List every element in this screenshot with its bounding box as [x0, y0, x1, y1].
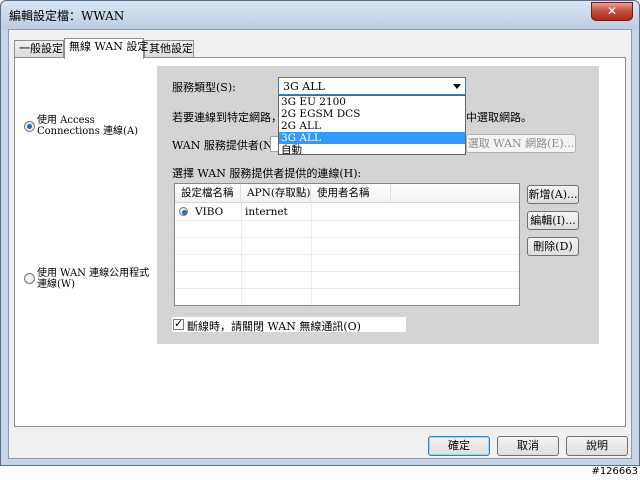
dropdown-option-highlighted[interactable]: 3G ALL [279, 132, 465, 144]
provider-connections-label: 選擇 WAN 服務提供者提供的連線(H): [172, 167, 362, 180]
table-row-empty [175, 272, 519, 289]
list-header: 設定檔名稱 APN(存取點) 使用者名稱 [175, 184, 519, 203]
select-wan-network-button[interactable]: 選取 WAN 網路(E)... [466, 134, 576, 153]
table-row-empty [175, 255, 519, 272]
close-icon: ✕ [606, 4, 618, 18]
window-title: 編輯設定檔：WWAN [9, 9, 125, 23]
image-watermark: #126663 [591, 466, 638, 477]
radio-access-connections-label[interactable]: 使用 Access Connections 連線(A) [37, 115, 147, 137]
tab-other[interactable]: 其他設定 [144, 40, 194, 57]
column-header-username[interactable]: 使用者名稱 [311, 184, 391, 203]
dropdown-option[interactable]: 自動 [279, 144, 465, 156]
edit-connection-button[interactable]: 編輯(I)... [527, 211, 579, 230]
close-button[interactable]: ✕ [591, 2, 633, 21]
title-bar[interactable]: 編輯設定檔：WWAN ✕ [1, 1, 639, 29]
provider-label: WAN 服務提供者(N): [172, 139, 281, 152]
radio-access-connections[interactable] [24, 121, 35, 132]
checkmark-icon: ✓ [174, 317, 184, 330]
add-connection-button[interactable]: 新增(A)... [527, 185, 579, 204]
table-row-empty [175, 221, 519, 238]
radio-wan-utility-label[interactable]: 使用 WAN 連線公用程式連線(W) [37, 268, 153, 290]
dropdown-option[interactable]: 2G EGSM DCS [279, 108, 465, 120]
provider-select-edge[interactable] [270, 136, 278, 152]
provider-connections-list[interactable]: 設定檔名稱 APN(存取點) 使用者名稱 VIBO internet [174, 183, 520, 306]
tab-other-label: 其他設定 [149, 42, 193, 55]
tab-wireless-wan[interactable]: 無線 WAN 設定 [64, 38, 148, 59]
service-type-label: 服務類型(S): [172, 81, 236, 94]
tab-general-label: 一般設定 [19, 42, 63, 55]
row-selected-radio[interactable] [179, 207, 188, 216]
tab-wireless-wan-label: 無線 WAN 設定 [69, 40, 149, 53]
service-type-selected-value: 3G ALL [283, 80, 325, 93]
tab-general[interactable]: 一般設定 [14, 40, 64, 57]
service-type-select[interactable]: 3G ALL [278, 77, 466, 95]
column-header-profile-name[interactable]: 設定檔名稱 [175, 184, 241, 203]
bottom-strip [0, 466, 640, 480]
row-profile-name: VIBO [195, 206, 224, 218]
dropdown-option[interactable]: 3G EU 2100 [279, 96, 465, 108]
service-type-dropdown-list: 3G EU 2100 2G EGSM DCS 2G ALL 3G ALL 自動 [278, 95, 466, 156]
column-header-apn[interactable]: APN(存取點) [241, 184, 311, 203]
disconnect-radio-off-checkbox[interactable]: ✓ [173, 317, 184, 330]
ok-button[interactable]: 確定 [428, 436, 490, 456]
row-apn: internet [245, 206, 288, 218]
disconnect-radio-off-label[interactable]: 斷線時，請關閉 WAN 無線通訊(O) [187, 318, 361, 334]
cancel-button[interactable]: 取消 [497, 436, 559, 456]
chevron-down-icon[interactable] [453, 84, 461, 89]
table-row[interactable]: VIBO internet [175, 204, 519, 221]
dropdown-option[interactable]: 2G ALL [279, 120, 465, 132]
network-hint-text-right: 中選取網路。 [466, 111, 532, 124]
network-hint-text-left: 若要連線到特定網路，取 [172, 111, 293, 124]
radio-wan-utility[interactable] [24, 273, 35, 284]
table-row-empty [175, 238, 519, 255]
help-button[interactable]: 說明 [566, 436, 628, 456]
delete-connection-button[interactable]: 刪除(D) [527, 237, 579, 256]
